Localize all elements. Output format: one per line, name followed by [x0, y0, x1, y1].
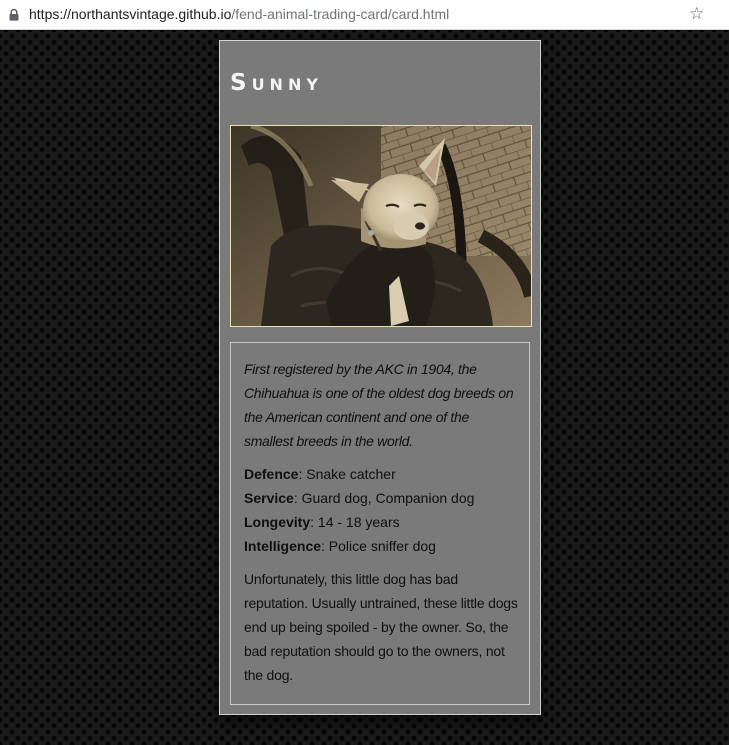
stat-value: : 14 - 18 years [310, 514, 400, 530]
breed-description: First registered by the AKC in 1904, the… [244, 361, 514, 449]
stat-longevity: Longevity: 14 - 18 years [244, 510, 519, 534]
url-host: https://northantsvintage.github.io [29, 6, 232, 22]
stat-value: : Police sniffer dog [321, 538, 436, 554]
lock-icon [9, 9, 19, 21]
animal-trading-card: Sunny First registered by the AKC in 190… [219, 40, 541, 715]
dog-photo [230, 125, 532, 327]
reputation-note: Unfortunately, this little dog has bad r… [244, 571, 518, 683]
info-box: First registered by the AKC in 1904, the… [230, 342, 530, 705]
stat-intelligence: Intelligence: Police sniffer dog [244, 534, 519, 558]
bookmark-star-icon[interactable]: ☆ [689, 4, 704, 24]
stat-defence: Defence: Snake catcher [244, 462, 519, 486]
stat-label: Service [244, 490, 294, 506]
stat-value: : Guard dog, Companion dog [293, 490, 475, 506]
url-path: /fend-animal-trading-card/card.html [231, 6, 450, 22]
stat-label: Longevity [244, 514, 311, 530]
url-text[interactable]: https://northantsvintage.github.io/fend-… [29, 5, 449, 23]
stat-service: Service: Guard dog, Companion dog [244, 486, 519, 510]
card-title: Sunny [230, 70, 323, 96]
address-bar[interactable]: https://northantsvintage.github.io/fend-… [0, 0, 729, 30]
stat-label: Intelligence [244, 538, 322, 554]
stat-value: : Snake catcher [298, 466, 396, 482]
stat-label: Defence [244, 466, 299, 482]
stats-list: Defence: Snake catcher Service: Guard do… [244, 462, 519, 558]
